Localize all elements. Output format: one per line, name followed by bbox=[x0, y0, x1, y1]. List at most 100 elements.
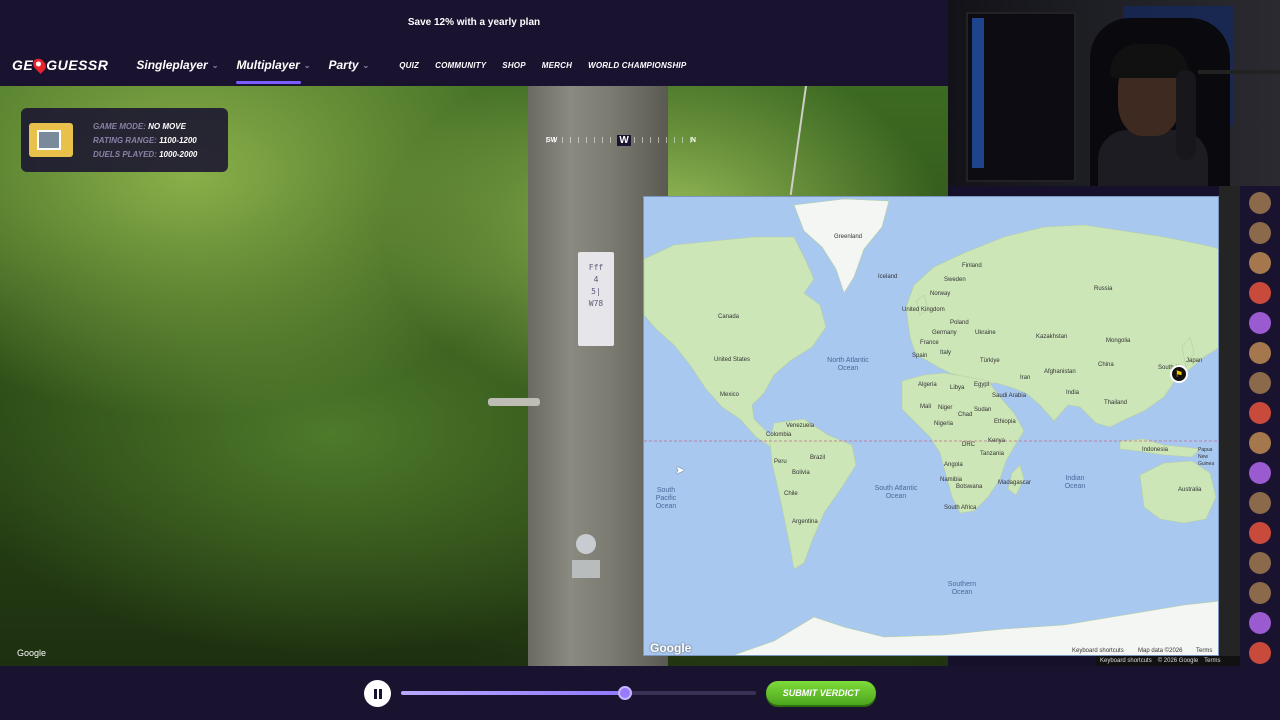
geoguessr-logo[interactable]: GE GUESSR bbox=[12, 56, 109, 74]
submit-verdict-button[interactable]: SUBMIT VERDICT bbox=[766, 681, 876, 705]
map-label-chad: Chad bbox=[958, 412, 973, 418]
submit-label: SUBMIT VERDICT bbox=[782, 688, 860, 698]
map-label-southern: Southern Ocean bbox=[947, 581, 977, 596]
game-mode-row: GAME MODE: NO MOVE bbox=[93, 122, 197, 131]
map-label-argentina: Argentina bbox=[792, 519, 818, 525]
street-view-attribution: Google bbox=[17, 648, 47, 658]
attr-terms[interactable]: Terms bbox=[1204, 658, 1220, 664]
map-label-iceland: Iceland bbox=[878, 274, 898, 280]
map-label-iran: Iran bbox=[1020, 375, 1031, 381]
map-label-turkiye: Türkiye bbox=[980, 358, 1000, 364]
map-label-finland: Finland bbox=[962, 263, 982, 269]
map-label-venezuela: Venezuela bbox=[786, 423, 815, 429]
map-label-mexico: Mexico bbox=[720, 392, 740, 398]
map-label-france: France bbox=[920, 340, 939, 346]
map-label-italy: Italy bbox=[940, 350, 952, 356]
secondary-nav: QUIZ COMMUNITY SHOP MERCH WORLD CHAMPION… bbox=[399, 61, 686, 70]
pause-button[interactable] bbox=[364, 680, 391, 707]
attr-copyright: © 2026 Google bbox=[1157, 658, 1199, 664]
map-label-south-pacific: South Pacific Ocean bbox=[655, 487, 677, 510]
stage: Save 12% with a yearly plan GE GUESSR Sin… bbox=[0, 0, 1280, 720]
avatar bbox=[1249, 552, 1271, 574]
map-attribution-bar: Keyboard shortcuts © 2026 Google Terms bbox=[1096, 656, 1240, 666]
map-label-germany: Germany bbox=[932, 330, 957, 336]
chevron-down-icon: ⌄ bbox=[303, 60, 311, 70]
guess-pin-marker[interactable]: ⚑ bbox=[1170, 365, 1188, 383]
map-label-us: United States bbox=[714, 357, 751, 363]
mic-arm bbox=[1198, 70, 1280, 74]
top-nav: GE GUESSR Singleplayer ⌄ Multiplayer ⌄ Part… bbox=[0, 44, 948, 86]
map-label-afghanistan: Afghanistan bbox=[1044, 369, 1076, 375]
chat-avatar-strip bbox=[1240, 186, 1280, 720]
pole-disc bbox=[576, 534, 596, 554]
avatar bbox=[1249, 252, 1271, 274]
avatar bbox=[1249, 192, 1271, 214]
map-label-chile: Chile bbox=[784, 491, 798, 497]
nav-world-championship[interactable]: WORLD CHAMPIONSHIP bbox=[588, 61, 686, 70]
map-label-algeria: Algeria bbox=[918, 382, 937, 388]
replay-progress-slider[interactable] bbox=[401, 686, 756, 700]
compass-heading: W bbox=[617, 134, 631, 146]
nav-multiplayer[interactable]: Multiplayer ⌄ bbox=[236, 46, 311, 84]
attr-keyboard-shortcuts[interactable]: Keyboard shortcuts bbox=[1100, 658, 1152, 664]
map-label-japan: Japan bbox=[1186, 358, 1203, 364]
map-label-norway: Norway bbox=[930, 291, 951, 297]
info-label: RATING RANGE: bbox=[93, 135, 157, 145]
webcam-person-cap bbox=[1110, 44, 1188, 78]
map-label-sweden: Sweden bbox=[944, 277, 966, 283]
chevron-down-icon: ⌄ bbox=[211, 60, 219, 70]
avatar bbox=[1249, 282, 1271, 304]
nav-party[interactable]: Party ⌄ bbox=[329, 46, 370, 84]
info-label: GAME MODE: bbox=[93, 121, 146, 131]
map-label-poland: Poland bbox=[950, 320, 969, 326]
map-label-drc: DRC bbox=[962, 442, 975, 448]
game-info-panel: GAME MODE: NO MOVE RATING RANGE: 1100-12… bbox=[21, 108, 228, 172]
nav-community[interactable]: COMMUNITY bbox=[435, 61, 486, 70]
map-label-ukraine: Ukraine bbox=[975, 330, 996, 336]
compass: SW W N bbox=[546, 132, 696, 148]
map-label-angola: Angola bbox=[944, 462, 963, 468]
map-label-north-atlantic: North Atlantic Ocean bbox=[827, 357, 869, 372]
map-label-egypt: Egypt bbox=[974, 382, 990, 388]
nav-quiz[interactable]: QUIZ bbox=[399, 61, 419, 70]
promo-banner[interactable]: Save 12% with a yearly plan bbox=[0, 0, 948, 44]
microphone-icon bbox=[1176, 70, 1196, 160]
map-label-colombia: Colombia bbox=[766, 432, 792, 438]
chevron-down-icon: ⌄ bbox=[362, 60, 370, 70]
game-mode-image-icon bbox=[29, 123, 73, 157]
map-right-gutter bbox=[1219, 186, 1240, 666]
nav-shop[interactable]: SHOP bbox=[502, 61, 525, 70]
avatar bbox=[1249, 522, 1271, 544]
map-label-uk: United Kingdom bbox=[902, 307, 945, 313]
replay-slider-handle[interactable] bbox=[617, 686, 632, 700]
sign-line: 4 bbox=[593, 275, 599, 284]
pole-sign: Fff 4 5| W78 bbox=[578, 252, 614, 346]
map-label-botswana: Botswana bbox=[956, 484, 983, 490]
webcam-light bbox=[972, 18, 984, 168]
guess-map[interactable]: Greenland Iceland Finland Sweden Norway … bbox=[643, 196, 1219, 656]
map-label-australia: Australia bbox=[1178, 487, 1202, 493]
map-label-mongolia: Mongolia bbox=[1106, 338, 1131, 344]
logo-text-right: GUESSR bbox=[46, 57, 109, 73]
compass-right: N bbox=[690, 136, 696, 144]
map-label-china: China bbox=[1098, 362, 1114, 368]
sign-line: W78 bbox=[588, 299, 604, 308]
avatar bbox=[1249, 642, 1271, 664]
map-label-sudan: Sudan bbox=[974, 407, 992, 413]
nav-label: Multiplayer bbox=[236, 58, 300, 72]
sign-line: Fff bbox=[588, 263, 604, 272]
avatar bbox=[1249, 612, 1271, 634]
map-label-greenland: Greenland bbox=[834, 234, 863, 240]
nav-singleplayer[interactable]: Singleplayer ⌄ bbox=[136, 46, 218, 84]
map-data-credit: Map data ©2026 bbox=[1138, 648, 1183, 654]
map-label-thailand: Thailand bbox=[1104, 400, 1128, 406]
map-label-indian: Indian Ocean bbox=[1064, 475, 1086, 490]
avatar bbox=[1249, 372, 1271, 394]
map-label-niger: Niger bbox=[938, 405, 953, 411]
map-label-india: India bbox=[1066, 390, 1080, 396]
map-keyboard-shortcuts[interactable]: Keyboard shortcuts bbox=[1072, 648, 1124, 654]
nav-merch[interactable]: MERCH bbox=[542, 61, 572, 70]
avatar bbox=[1249, 582, 1271, 604]
map-terms[interactable]: Terms bbox=[1196, 648, 1212, 654]
map-label-kenya: Kenya bbox=[988, 438, 1006, 444]
